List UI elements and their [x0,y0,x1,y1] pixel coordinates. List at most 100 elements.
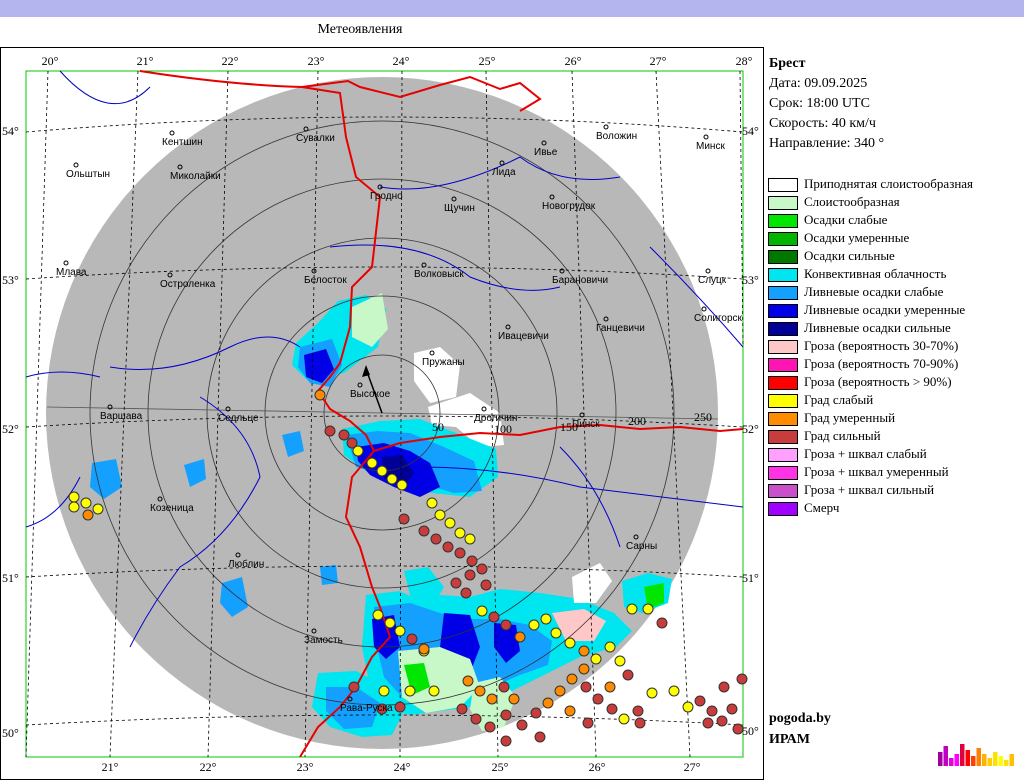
hail-marker [582,717,594,729]
legend-swatch [768,466,798,480]
hail-marker [604,641,616,653]
hail-marker [338,429,350,441]
hail-marker [590,653,602,665]
hail-marker [314,389,326,401]
legend-label: Гроза (вероятность > 90%) [804,374,952,389]
legend-label: Ливневые осадки сильные [804,320,951,335]
lat-label: 50° [2,726,19,740]
hail-marker [466,555,478,567]
hail-marker [68,501,80,513]
hail-marker [530,707,542,719]
lat-label: 50° [742,724,759,738]
lon-label: 22° [222,54,239,68]
observation-date: Дата: 09.09.2025 [769,76,868,91]
scale-bar [965,750,970,766]
hail-marker [398,513,410,525]
city-label: Млава [56,267,87,278]
motion-direction: Направление: 340 ° [769,136,885,151]
legend-label: Гроза (вероятность 70-90%) [804,356,959,371]
city-label: Остроленка [160,279,216,290]
hail-marker [92,503,104,515]
city-label: Белосток [304,275,347,286]
color-scale-bars [938,744,1014,766]
hail-marker [540,613,552,625]
hail-marker [480,579,492,591]
city-label: Ивье [534,147,558,158]
legend-swatch [768,304,798,318]
lon-label: 25° [479,54,496,68]
hail-marker [476,605,488,617]
lon-label: 23° [297,760,314,774]
city-label: Высокое [350,389,391,400]
city-label: Люблин [228,558,264,570]
lat-labels-left: 54° 53° 52° 51° 50° [2,124,19,740]
city-label: Ганцевичи [596,323,645,334]
hail-marker [500,709,512,721]
hail-marker [500,619,512,631]
legend-label: Ливневые осадки слабые [804,284,944,299]
legend-label: Осадки умеренные [804,230,910,245]
hail-marker [460,587,472,599]
scale-bar [1009,754,1014,766]
lon-labels-top: 20° 21° 22° 23° 24° 25° 26° 27° 28° [42,54,753,68]
lat-label: 52° [2,422,19,436]
hail-marker [528,619,540,631]
lon-label: 26° [565,54,582,68]
legend-swatch [768,250,798,264]
credit-site[interactable]: pogoda.by [769,708,831,729]
hail-marker [702,717,714,729]
city-label: Минск [696,141,725,152]
station-info: Брест Дата: 09.09.2025 Срок: 18:00 UTC С… [769,54,884,154]
range-label: 200 [628,414,646,428]
legend-swatch [768,430,798,444]
legend-label: Приподнятая слоистообразная [804,176,974,191]
hail-marker [642,603,654,615]
legend-swatch [768,196,798,210]
city-label: Ольштын [66,169,110,180]
hail-marker [376,465,388,477]
legend-label: Осадки слабые [804,212,888,227]
hail-marker [462,675,474,687]
legend-label: Гроза + шквал умеренный [804,464,949,479]
city-label: Волковыск [414,269,464,280]
city-label: Козеница [150,503,194,514]
legend-label: Гроза (вероятность 30-70%) [804,338,959,353]
credits: pogoda.by ИРАМ [769,708,831,750]
hail-marker [474,685,486,697]
hail-marker [626,603,638,615]
legend-label: Град сильный [804,428,881,443]
scale-bar [987,758,992,766]
lon-label: 26° [589,760,606,774]
legend-label: Смерч [804,500,840,515]
legend-swatch [768,412,798,426]
hail-marker [542,697,554,709]
city-label: Воложин [596,131,637,142]
motion-speed: Скорость: 40 км/ч [769,116,876,131]
lat-label: 53° [2,273,19,287]
city-label: Ивацевичи [498,331,549,342]
scale-bar [1004,760,1009,766]
radar-map: 20° 21° 22° 23° 24° 25° 26° 27° 28° 21° … [2,54,759,774]
hail-marker [578,663,590,675]
hail-marker [456,703,468,715]
hail-marker [514,631,526,643]
hail-marker [470,713,482,725]
credit-org: ИРАМ [769,732,810,747]
hail-marker [428,685,440,697]
legend-label: Град слабый [804,392,874,407]
hail-marker [566,673,578,685]
hail-marker [394,625,406,637]
legend-label: Осадки сильные [804,248,895,263]
city-label: Сувалки [296,133,335,144]
hail-marker [404,685,416,697]
city-label: Миколайки [170,171,221,182]
hail-marker [434,509,446,521]
lon-label: 27° [684,760,701,774]
hail-marker [634,717,646,729]
hail-marker [508,693,520,705]
hail-marker [716,715,728,727]
hail-marker [406,633,418,645]
hail-marker [484,721,496,733]
city-label: Лида [492,167,516,178]
range-label: 250 [694,410,712,424]
